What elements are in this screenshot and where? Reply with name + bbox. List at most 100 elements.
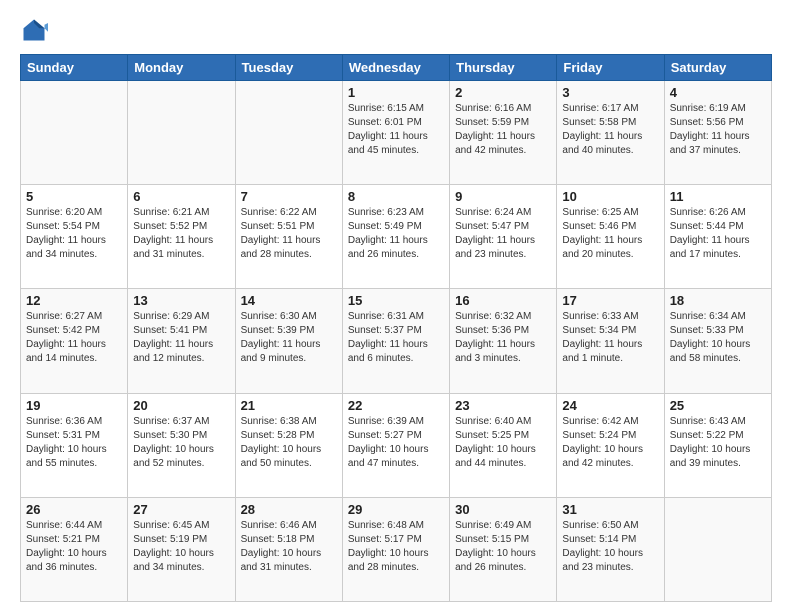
calendar-cell-3-1: 20 Sunrise: 6:37 AMSunset: 5:30 PMDayligh… (128, 393, 235, 497)
calendar-cell-2-4: 16 Sunrise: 6:32 AMSunset: 5:36 PMDayligh… (450, 289, 557, 393)
cell-info-13: Sunrise: 6:29 AMSunset: 5:41 PMDaylight:… (133, 310, 229, 366)
cell-date-27: 27 (133, 502, 229, 517)
calendar-cell-4-2: 28 Sunrise: 6:46 AMSunset: 5:18 PMDayligh… (235, 497, 342, 601)
cell-date-30: 30 (455, 502, 551, 517)
cell-info-21: Sunrise: 6:38 AMSunset: 5:28 PMDaylight:… (241, 415, 337, 471)
cell-info-27: Sunrise: 6:45 AMSunset: 5:19 PMDaylight:… (133, 519, 229, 575)
calendar-cell-2-1: 13 Sunrise: 6:29 AMSunset: 5:41 PMDayligh… (128, 289, 235, 393)
cell-info-7: Sunrise: 6:22 AMSunset: 5:51 PMDaylight:… (241, 206, 337, 262)
cell-info-29: Sunrise: 6:48 AMSunset: 5:17 PMDaylight:… (348, 519, 444, 575)
calendar-cell-4-1: 27 Sunrise: 6:45 AMSunset: 5:19 PMDayligh… (128, 497, 235, 601)
cell-date-3: 3 (562, 85, 658, 100)
cell-date-6: 6 (133, 189, 229, 204)
calendar-cell-2-3: 15 Sunrise: 6:31 AMSunset: 5:37 PMDayligh… (342, 289, 449, 393)
header (20, 16, 772, 44)
calendar-cell-3-2: 21 Sunrise: 6:38 AMSunset: 5:28 PMDayligh… (235, 393, 342, 497)
cell-info-2: Sunrise: 6:16 AMSunset: 5:59 PMDaylight:… (455, 102, 551, 158)
cell-info-23: Sunrise: 6:40 AMSunset: 5:25 PMDaylight:… (455, 415, 551, 471)
calendar-week-0: 1Sunrise: 6:15 AMSunset: 6:01 PMDaylight… (21, 81, 772, 185)
cell-date-13: 13 (133, 293, 229, 308)
cell-date-15: 15 (348, 293, 444, 308)
calendar-cell-1-1: 6Sunrise: 6:21 AMSunset: 5:52 PMDaylight… (128, 185, 235, 289)
calendar-cell-1-4: 9 Sunrise: 6:24 AMSunset: 5:47 PMDaylight… (450, 185, 557, 289)
cell-date-1: 1 (348, 85, 444, 100)
calendar-cell-4-0: 26 Sunrise: 6:44 AMSunset: 5:21 PMDayligh… (21, 497, 128, 601)
calendar-cell-2-2: 14 Sunrise: 6:30 AMSunset: 5:39 PMDayligh… (235, 289, 342, 393)
cell-info-28: Sunrise: 6:46 AMSunset: 5:18 PMDaylight:… (241, 519, 337, 575)
cell-date-26: 26 (26, 502, 122, 517)
calendar-week-2: 12Sunrise: 6:27 AMSunset: 5:42 PMDayligh… (21, 289, 772, 393)
cell-info-10: Sunrise: 6:25 AMSunset: 5:46 PMDaylight:… (562, 206, 658, 262)
calendar-cell-1-6: 11 Sunrise: 6:26 AMSunset: 5:44 PMDayligh… (664, 185, 771, 289)
cell-info-3: Sunrise: 6:17 AMSunset: 5:58 PMDaylight:… (562, 102, 658, 158)
cell-info-31: Sunrise: 6:50 AMSunset: 5:14 PMDaylight:… (562, 519, 658, 575)
cell-date-23: 23 (455, 398, 551, 413)
cell-date-22: 22 (348, 398, 444, 413)
calendar-cell-0-0 (21, 81, 128, 185)
calendar-week-3: 19 Sunrise: 6:36 AMSunset: 5:31 PMDayligh… (21, 393, 772, 497)
logo-icon (20, 16, 48, 44)
cell-info-16: Sunrise: 6:32 AMSunset: 5:36 PMDaylight:… (455, 310, 551, 366)
cell-date-14: 14 (241, 293, 337, 308)
calendar-table: SundayMondayTuesdayWednesdayThursdayFrid… (20, 54, 772, 602)
cell-info-5: Sunrise: 6:20 AMSunset: 5:54 PMDaylight:… (26, 206, 122, 262)
calendar-header-row: SundayMondayTuesdayWednesdayThursdayFrid… (21, 55, 772, 81)
cell-date-7: 7 (241, 189, 337, 204)
cell-info-30: Sunrise: 6:49 AMSunset: 5:15 PMDaylight:… (455, 519, 551, 575)
cell-date-31: 31 (562, 502, 658, 517)
cell-info-15: Sunrise: 6:31 AMSunset: 5:37 PMDaylight:… (348, 310, 444, 366)
cell-date-2: 2 (455, 85, 551, 100)
calendar-cell-4-4: 30 Sunrise: 6:49 AMSunset: 5:15 PMDayligh… (450, 497, 557, 601)
day-header-monday: Monday (128, 55, 235, 81)
calendar-cell-1-5: 10 Sunrise: 6:25 AMSunset: 5:46 PMDayligh… (557, 185, 664, 289)
cell-info-20: Sunrise: 6:37 AMSunset: 5:30 PMDaylight:… (133, 415, 229, 471)
calendar-cell-0-4: 2 Sunrise: 6:16 AMSunset: 5:59 PMDaylight… (450, 81, 557, 185)
calendar-cell-1-0: 5 Sunrise: 6:20 AMSunset: 5:54 PMDaylight… (21, 185, 128, 289)
cell-date-10: 10 (562, 189, 658, 204)
cell-date-8: 8 (348, 189, 444, 204)
calendar-cell-1-3: 8Sunrise: 6:23 AMSunset: 5:49 PMDaylight… (342, 185, 449, 289)
calendar-cell-3-3: 22Sunrise: 6:39 AMSunset: 5:27 PMDayligh… (342, 393, 449, 497)
day-header-thursday: Thursday (450, 55, 557, 81)
cell-info-14: Sunrise: 6:30 AMSunset: 5:39 PMDaylight:… (241, 310, 337, 366)
calendar-week-1: 5 Sunrise: 6:20 AMSunset: 5:54 PMDaylight… (21, 185, 772, 289)
cell-date-17: 17 (562, 293, 658, 308)
calendar-cell-1-2: 7 Sunrise: 6:22 AMSunset: 5:51 PMDaylight… (235, 185, 342, 289)
cell-date-19: 19 (26, 398, 122, 413)
logo (20, 16, 52, 44)
calendar-cell-3-0: 19 Sunrise: 6:36 AMSunset: 5:31 PMDayligh… (21, 393, 128, 497)
cell-date-5: 5 (26, 189, 122, 204)
day-header-friday: Friday (557, 55, 664, 81)
calendar-cell-3-4: 23 Sunrise: 6:40 AMSunset: 5:25 PMDayligh… (450, 393, 557, 497)
cell-date-16: 16 (455, 293, 551, 308)
cell-info-4: Sunrise: 6:19 AMSunset: 5:56 PMDaylight:… (670, 102, 766, 158)
cell-date-4: 4 (670, 85, 766, 100)
cell-date-21: 21 (241, 398, 337, 413)
cell-info-18: Sunrise: 6:34 AMSunset: 5:33 PMDaylight:… (670, 310, 766, 366)
cell-info-19: Sunrise: 6:36 AMSunset: 5:31 PMDaylight:… (26, 415, 122, 471)
calendar-week-4: 26 Sunrise: 6:44 AMSunset: 5:21 PMDayligh… (21, 497, 772, 601)
cell-info-25: Sunrise: 6:43 AMSunset: 5:22 PMDaylight:… (670, 415, 766, 471)
calendar-cell-2-5: 17Sunrise: 6:33 AMSunset: 5:34 PMDayligh… (557, 289, 664, 393)
cell-date-9: 9 (455, 189, 551, 204)
cell-date-18: 18 (670, 293, 766, 308)
calendar-cell-2-0: 12Sunrise: 6:27 AMSunset: 5:42 PMDayligh… (21, 289, 128, 393)
cell-info-26: Sunrise: 6:44 AMSunset: 5:21 PMDaylight:… (26, 519, 122, 575)
cell-date-20: 20 (133, 398, 229, 413)
cell-date-29: 29 (348, 502, 444, 517)
calendar-cell-4-3: 29 Sunrise: 6:48 AMSunset: 5:17 PMDayligh… (342, 497, 449, 601)
calendar-cell-0-2 (235, 81, 342, 185)
calendar-cell-4-5: 31 Sunrise: 6:50 AMSunset: 5:14 PMDayligh… (557, 497, 664, 601)
day-header-sunday: Sunday (21, 55, 128, 81)
calendar-cell-0-3: 1Sunrise: 6:15 AMSunset: 6:01 PMDaylight… (342, 81, 449, 185)
cell-info-12: Sunrise: 6:27 AMSunset: 5:42 PMDaylight:… (26, 310, 122, 366)
day-header-tuesday: Tuesday (235, 55, 342, 81)
calendar-cell-2-6: 18 Sunrise: 6:34 AMSunset: 5:33 PMDayligh… (664, 289, 771, 393)
calendar-cell-3-5: 24Sunrise: 6:42 AMSunset: 5:24 PMDayligh… (557, 393, 664, 497)
calendar-cell-0-6: 4 Sunrise: 6:19 AMSunset: 5:56 PMDaylight… (664, 81, 771, 185)
cell-info-9: Sunrise: 6:24 AMSunset: 5:47 PMDaylight:… (455, 206, 551, 262)
cell-date-11: 11 (670, 189, 766, 204)
calendar-cell-3-6: 25Sunrise: 6:43 AMSunset: 5:22 PMDayligh… (664, 393, 771, 497)
cell-date-28: 28 (241, 502, 337, 517)
cell-info-11: Sunrise: 6:26 AMSunset: 5:44 PMDaylight:… (670, 206, 766, 262)
